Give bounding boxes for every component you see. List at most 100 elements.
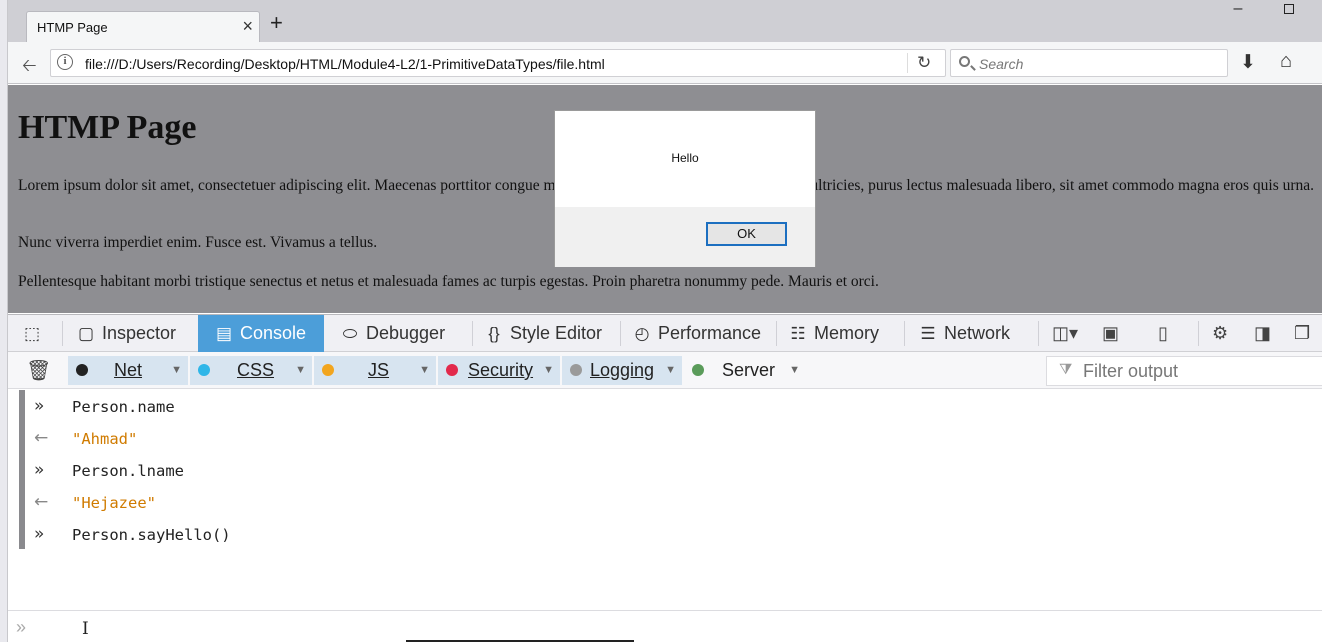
paragraph: Pellentesque habitant morbi tristique se… bbox=[18, 273, 879, 290]
devtools-toolbar: ⬚ ▢ Inspector ▤ Console ⬭ Debugger {} Style … bbox=[8, 314, 1322, 352]
alert-dialog: Hello OK bbox=[554, 110, 816, 267]
chevron-down-icon[interactable]: ▼ bbox=[789, 356, 800, 385]
filter-server[interactable]: Server ▼ bbox=[684, 356, 806, 385]
tab-style-editor[interactable]: {} Style Editor bbox=[484, 315, 602, 352]
home-icon[interactable]: ⌂ bbox=[1280, 50, 1292, 73]
tab-strip: HTMP Page × + – bbox=[8, 0, 1322, 43]
browser-tab[interactable]: HTMP Page × bbox=[26, 11, 260, 43]
divider bbox=[904, 321, 905, 346]
tab-label: Performance bbox=[658, 323, 762, 343]
new-tab-icon[interactable]: + bbox=[270, 12, 283, 34]
console-input[interactable]: » I bbox=[8, 610, 1322, 642]
tab-memory[interactable]: ☷ Memory bbox=[788, 315, 879, 352]
dot-icon bbox=[76, 364, 88, 376]
debugger-icon: ⬭ bbox=[342, 324, 358, 343]
chevron-down-icon[interactable]: ▼ bbox=[419, 356, 430, 385]
close-icon[interactable]: × bbox=[242, 17, 253, 35]
input-chevron-icon: » bbox=[34, 524, 45, 544]
minimize-icon[interactable]: – bbox=[1228, 0, 1248, 20]
dot-icon bbox=[198, 364, 210, 376]
divider bbox=[907, 53, 908, 73]
dot-icon bbox=[322, 364, 334, 376]
search-icon bbox=[959, 56, 970, 67]
search-placeholder: Search bbox=[979, 56, 1024, 72]
settings-icon[interactable]: ⚙ bbox=[1212, 323, 1228, 344]
filter-icon: ⧩ bbox=[1059, 361, 1073, 378]
chevron-down-icon[interactable]: ▼ bbox=[665, 356, 676, 385]
output-arrow-icon: ← bbox=[34, 428, 49, 448]
dot-icon bbox=[692, 364, 704, 376]
console-text: Person.lname bbox=[72, 462, 184, 480]
tab-label: Network bbox=[944, 323, 1011, 343]
page-heading: HTMP Page bbox=[18, 109, 197, 146]
network-icon: ☰ bbox=[920, 324, 936, 343]
info-icon[interactable]: i bbox=[57, 54, 73, 70]
text-cursor-icon: I bbox=[82, 619, 89, 639]
console-row: ← "Ahmad" bbox=[8, 422, 1322, 454]
memory-icon: ☷ bbox=[790, 324, 806, 343]
filter-placeholder: Filter output bbox=[1083, 361, 1179, 381]
search-input[interactable]: Search bbox=[950, 49, 1228, 77]
filter-label: Logging bbox=[590, 360, 655, 380]
filter-label: CSS bbox=[237, 360, 275, 380]
console-row: » Person.sayHello() bbox=[8, 518, 1322, 550]
filter-security[interactable]: Security ▼ bbox=[438, 356, 560, 385]
console-row: » Person.name bbox=[8, 390, 1322, 422]
filter-output-input[interactable]: ⧩ Filter output bbox=[1046, 356, 1322, 386]
chevron-down-icon[interactable]: ▼ bbox=[295, 356, 306, 385]
performance-icon: ◴ bbox=[634, 324, 650, 343]
divider bbox=[62, 321, 63, 346]
tab-label: Memory bbox=[814, 323, 880, 343]
responsive-design-icon[interactable]: ▯ bbox=[1158, 323, 1168, 344]
inspector-icon: ▢ bbox=[77, 324, 95, 343]
chevron-down-icon[interactable]: ▼ bbox=[171, 356, 182, 385]
paragraph: Nunc viverra imperdiet enim. Fusce est. … bbox=[18, 234, 378, 251]
url-bar[interactable]: i file:///D:/Users/Recording/Desktop/HTM… bbox=[50, 49, 946, 77]
ok-button[interactable]: OK bbox=[706, 222, 787, 246]
navigation-bar: 🡠 i file:///D:/Users/Recording/Desktop/H… bbox=[8, 42, 1322, 84]
tab-network[interactable]: ☰ Network bbox=[918, 315, 1010, 352]
divider bbox=[1038, 321, 1039, 346]
console-text: "Hejazee" bbox=[72, 494, 156, 512]
input-chevron-icon: » bbox=[34, 396, 45, 416]
console-text: Person.name bbox=[72, 398, 175, 416]
tab-performance[interactable]: ◴ Performance bbox=[632, 315, 761, 352]
divider bbox=[620, 321, 621, 346]
reload-icon[interactable]: ↻ bbox=[917, 53, 931, 73]
back-arrow-icon[interactable]: 🡠 bbox=[22, 53, 37, 83]
trash-icon[interactable]: 🗑 bbox=[26, 358, 51, 383]
url-text[interactable]: file:///D:/Users/Recording/Desktop/HTML/… bbox=[85, 56, 605, 72]
tab-label: Style Editor bbox=[510, 323, 603, 343]
tab-console[interactable]: ▤ Console bbox=[198, 315, 324, 352]
desktop-edge bbox=[0, 0, 8, 642]
filter-js[interactable]: JS ▼ bbox=[314, 356, 436, 385]
tab-title: HTMP Page bbox=[37, 20, 108, 35]
filter-logging[interactable]: Logging ▼ bbox=[562, 356, 682, 385]
download-icon[interactable]: ⬇ bbox=[1240, 51, 1256, 74]
prompt-chevron-icon: » bbox=[16, 617, 27, 637]
output-arrow-icon: ← bbox=[34, 492, 49, 512]
split-console-icon[interactable]: ▣ bbox=[1102, 323, 1119, 344]
filter-label: Server bbox=[722, 360, 776, 380]
console-output: » Person.name ← "Ahmad" » Person.lname ←… bbox=[8, 390, 1322, 610]
tab-inspector[interactable]: ▢ Inspector bbox=[76, 315, 176, 352]
divider bbox=[1198, 321, 1199, 346]
dot-icon bbox=[570, 364, 582, 376]
chevron-down-icon[interactable]: ▼ bbox=[543, 356, 554, 385]
filter-css[interactable]: CSS ▼ bbox=[190, 356, 312, 385]
divider bbox=[472, 321, 473, 346]
divider bbox=[776, 321, 777, 346]
console-text: "Ahmad" bbox=[72, 430, 138, 448]
dot-icon bbox=[446, 364, 458, 376]
separate-window-icon[interactable]: ❐ bbox=[1294, 323, 1310, 344]
pick-element-icon[interactable]: ⬚ bbox=[22, 315, 48, 352]
tab-debugger[interactable]: ⬭ Debugger bbox=[340, 315, 445, 352]
sidebar-toggle-icon[interactable]: ◨ bbox=[1254, 323, 1271, 344]
maximize-icon[interactable] bbox=[1280, 0, 1300, 20]
console-text: Person.sayHello() bbox=[72, 526, 231, 544]
filter-net[interactable]: Net ▼ bbox=[68, 356, 188, 385]
input-chevron-icon: » bbox=[34, 460, 45, 480]
filter-label: Net bbox=[114, 360, 143, 380]
console-row: ← "Hejazee" bbox=[8, 486, 1322, 518]
dock-layout-icon[interactable]: ◫▾ bbox=[1052, 323, 1078, 344]
